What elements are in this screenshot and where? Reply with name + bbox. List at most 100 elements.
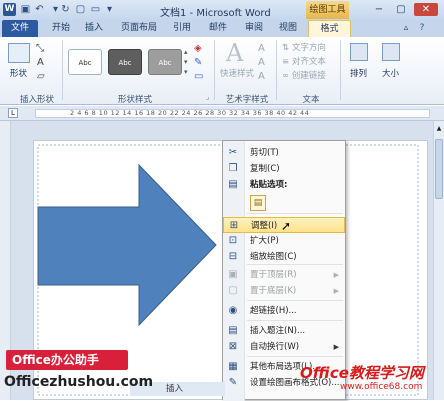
drawing-tools-label: 绘图工具 — [306, 1, 349, 19]
menu-item-send-to-back: ▢ 置于底层(K) ▶ — [223, 283, 345, 299]
redo-icon[interactable]: ↻ — [60, 4, 71, 15]
ribbon-tabs: 文件 开始 插入 页面布局 引用 邮件 审阅 视图 格式 ▵ ? — [0, 20, 444, 37]
paste-keep-format-icon[interactable]: ▤ — [250, 195, 266, 211]
quick-styles-label[interactable]: 快速样式 — [220, 67, 254, 79]
maximize-icon[interactable]: ▢ — [394, 3, 408, 16]
group-divider — [276, 40, 277, 100]
shapes-button-label[interactable]: 形状 — [10, 67, 27, 79]
tab-insert[interactable]: 插入 — [80, 20, 108, 37]
create-link-button[interactable]: ∞ 创建链接 — [282, 69, 326, 81]
size-label[interactable]: 大小 — [382, 67, 399, 79]
minimize-icon[interactable]: − — [372, 3, 386, 16]
paste-icon: ▤ — [228, 179, 238, 190]
scale-drawing-icon: ⊟ — [228, 251, 238, 262]
style-preview-dark[interactable]: Abc — [108, 49, 142, 75]
text-box-icon[interactable]: A — [37, 57, 44, 68]
tab-mailings[interactable]: 邮件 — [204, 20, 232, 37]
context-menu: ✂ 剪切(T) ❐ 复制(C) ▤ 粘贴选项: ⊞ 调整(I) ⊡ 扩大(P) ⊟ 缩放绘图(C) ▣ 置… — [222, 140, 346, 401]
open-folder-icon[interactable]: ▭ — [90, 4, 101, 15]
tab-format[interactable]: 格式 — [308, 20, 351, 37]
caption-icon: ▤ — [228, 325, 238, 336]
tab-review[interactable]: 审阅 — [240, 20, 268, 37]
menu-separator — [247, 213, 343, 214]
tab-file[interactable]: 文件 — [2, 20, 38, 37]
menu-item-label: 扩大(P) — [250, 236, 279, 246]
style-preview-white[interactable]: Abc — [68, 49, 102, 75]
title-bar: W ▣ ↶ ▾ ↻ ▢ ▭ ▾ 文档1 - Microsoft Word 绘图工… — [0, 0, 444, 20]
adjust-icon: ⊞ — [229, 220, 239, 231]
save-icon[interactable]: ▣ — [20, 4, 31, 15]
layout-options-icon: ▦ — [228, 361, 238, 372]
ruler-numbers: 2 4 6 8 10 12 14 16 18 20 22 24 26 28 30… — [70, 109, 310, 117]
menu-item-label: 超链接(H)... — [250, 306, 297, 316]
scroll-thumb[interactable] — [435, 139, 443, 199]
shape-outline-icon[interactable]: ✎ — [194, 57, 202, 68]
bring-to-front-icon: ▣ — [228, 269, 238, 280]
ribbon: 形状 ⤡ A ▱ 插入形状 Abc Abc Abc ▴ ▾ ▾ ◈ ✎ ▭ 形状样式… — [0, 37, 444, 105]
group-shape-styles-label: 形状样式 — [117, 95, 152, 105]
menu-item-copy[interactable]: ❐ 复制(C) — [223, 161, 345, 177]
format-canvas-icon: ✎ — [228, 377, 238, 388]
style-preview-gray[interactable]: Abc — [148, 49, 182, 75]
customize-toolbar-icon[interactable]: ▾ — [104, 4, 115, 15]
menu-item-scissors[interactable]: ✂ 剪切(T) — [223, 145, 345, 161]
text-outline-icon[interactable]: A — [258, 57, 265, 68]
tab-references[interactable]: 引用 — [168, 20, 196, 37]
tab-view[interactable]: 视图 — [274, 20, 302, 37]
undo-icon[interactable]: ↶ — [34, 4, 45, 15]
menu-item-expand[interactable]: ⊡ 扩大(P) — [223, 233, 345, 249]
tab-selector-icon[interactable]: L — [8, 108, 18, 118]
word-app-icon[interactable]: W — [3, 3, 16, 16]
menu-item-label: 复制(C) — [250, 164, 280, 174]
text-effects-icon[interactable]: A — [258, 71, 265, 82]
vertical-scrollbar[interactable]: ▲ — [433, 121, 444, 400]
draw-shape-icon[interactable]: ▱ — [37, 71, 45, 82]
shapes-gallery-icon[interactable] — [8, 43, 30, 63]
submenu-arrow-icon: ▶ — [333, 271, 339, 279]
help-icon[interactable]: ? — [416, 20, 428, 37]
minimize-ribbon-icon[interactable]: ▵ — [400, 20, 412, 37]
wordart-quick-styles-icon[interactable]: A — [226, 39, 243, 67]
edit-shape-icon[interactable]: ⤡ — [36, 43, 44, 54]
dialog-launcher-icon[interactable]: ⌟ — [206, 93, 209, 101]
shape-fill-icon[interactable]: ◈ — [194, 43, 202, 54]
arrange-label[interactable]: 排列 — [350, 67, 367, 79]
new-document-icon[interactable]: ▢ — [75, 4, 86, 15]
menu-item-bring-to-front: ▣ 置于顶层(R) ▶ — [223, 267, 345, 283]
tab-home[interactable]: 开始 — [47, 20, 75, 37]
menu-item-label: 缩放绘图(C) — [250, 252, 297, 262]
window-title: 文档1 - Microsoft Word — [160, 8, 271, 19]
menu-item-label: 置于底层(K) — [250, 286, 297, 296]
hyperlink-icon: ◉ — [228, 305, 238, 316]
text-fill-icon[interactable]: A — [258, 43, 265, 54]
align-text-button[interactable]: ≡ 对齐文本 — [282, 55, 326, 67]
tab-page-layout[interactable]: 页面布局 — [114, 20, 164, 37]
arrange-icon[interactable] — [350, 43, 368, 61]
close-icon[interactable]: ✕ — [414, 3, 438, 16]
menu-item-hyperlink[interactable]: ◉ 超链接(H)... — [223, 303, 345, 319]
menu-item-caption[interactable]: ▤ 插入题注(N)... — [223, 323, 345, 339]
send-to-back-icon: ▢ — [228, 285, 238, 296]
menu-separator — [247, 264, 343, 265]
align-text-label: 对齐文本 — [291, 57, 326, 67]
menu-separator — [247, 356, 343, 357]
style-gallery-scroll-icon[interactable]: ▴ ▾ ▾ — [184, 47, 188, 77]
wrap-text-icon: ⊠ — [228, 341, 238, 352]
submenu-arrow-icon: ▶ — [333, 343, 339, 351]
menu-item-label: 调整(I) — [251, 221, 278, 231]
size-icon[interactable] — [382, 43, 400, 61]
shape-effects-icon[interactable]: ▭ — [194, 71, 203, 82]
menu-item-label: 自动换行(W) — [250, 342, 300, 352]
scroll-up-icon[interactable]: ▲ — [435, 125, 443, 133]
text-direction-label: 文字方向 — [291, 43, 326, 53]
menu-item-paste[interactable]: ▤ 粘贴选项: — [223, 177, 345, 193]
menu-item-scale-drawing[interactable]: ⊟ 缩放绘图(C) — [223, 249, 345, 265]
office-helper-logo: Office办公助手 — [6, 350, 128, 370]
menu-item-wrap-text[interactable]: ⊠ 自动换行(W) ▶ — [223, 339, 345, 355]
menu-item-label: 插入题注(N)... — [250, 326, 306, 336]
right-arrow-shape[interactable] — [37, 163, 217, 327]
group-divider — [340, 40, 341, 100]
create-link-label: 创建链接 — [291, 71, 326, 81]
office-tutorial-url: www.office68.com — [340, 382, 423, 392]
text-direction-button[interactable]: ⇅ 文字方向 — [282, 41, 326, 53]
